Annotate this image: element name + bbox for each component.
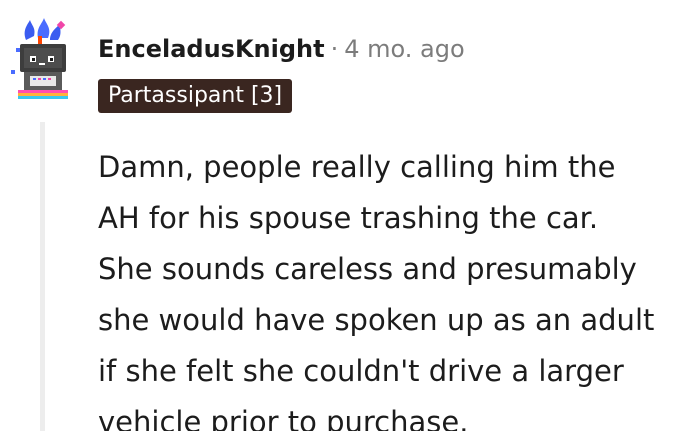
comment-line: Damn, people really calling him the: [98, 150, 616, 184]
thread-line[interactable]: [40, 122, 45, 431]
comment-line: if she felt she couldn't drive a larger: [98, 354, 624, 388]
user-flair: Partassipant [3]: [98, 79, 293, 113]
comment: EnceladusKnight · 4 mo. ago Partassipant […: [0, 0, 700, 431]
separator-dot: ·: [330, 35, 339, 63]
timestamp[interactable]: 4 mo. ago: [344, 35, 464, 63]
comment-line: She sounds careless and presumably: [98, 252, 637, 286]
comment-line: AH for his spouse trashing the car.: [98, 201, 599, 235]
comment-line: she would have spoken up as an adult: [98, 303, 655, 337]
author-line: EnceladusKnight · 4 mo. ago: [98, 30, 465, 68]
comment-line: vehicle prior to purchase.: [98, 405, 469, 431]
username-link[interactable]: EnceladusKnight: [98, 35, 325, 63]
robot-avatar-icon: [11, 18, 68, 99]
avatar[interactable]: [8, 18, 78, 102]
comment-body: Damn, people really calling him the AH f…: [98, 142, 693, 431]
